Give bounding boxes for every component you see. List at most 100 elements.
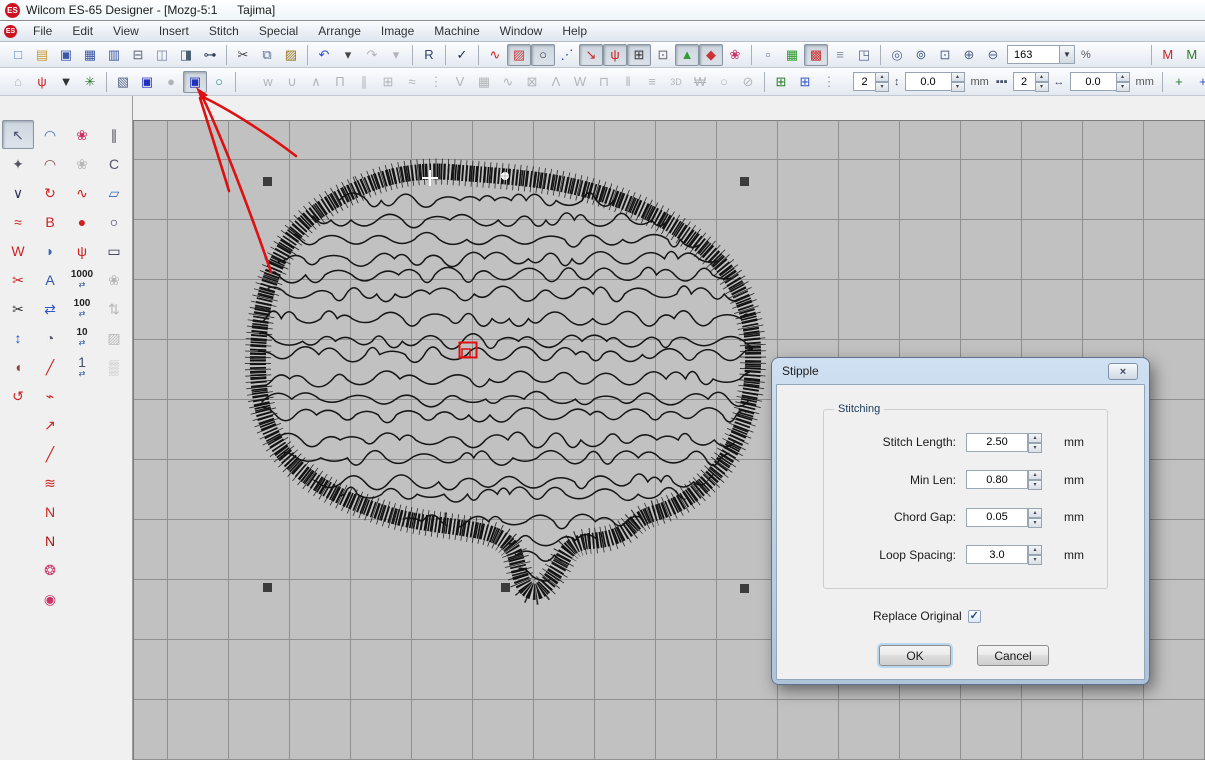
color-blend-2-button[interactable]: ⊞ (793, 71, 817, 93)
mirror-rotate-tool[interactable]: ↻ (34, 178, 66, 207)
menu-stitch[interactable]: Stitch (199, 22, 249, 40)
buttonhole-tool[interactable]: ❂ (34, 555, 66, 584)
dashed-run-tool[interactable]: ⌁ (34, 381, 66, 410)
stitch-ratio-tool[interactable]: W (2, 236, 34, 265)
satin-column-tool[interactable]: ● (66, 207, 98, 236)
object-properties-button[interactable]: ◳ (852, 44, 876, 66)
connect-machine-button[interactable]: ⊶ (198, 44, 222, 66)
no-boundary-tool[interactable]: B (34, 207, 66, 236)
slow-redraw-button[interactable]: ▩ (804, 44, 828, 66)
ellipse-tool-tool[interactable]: ○ (98, 207, 130, 236)
zoom-level-dropdown[interactable]: ▼ (1059, 45, 1075, 64)
menu-window[interactable]: Window (490, 22, 553, 40)
show-grid-button[interactable]: ⊞ (627, 44, 651, 66)
copy-button[interactable]: ⧉ (255, 44, 279, 66)
spinner-arrows[interactable]: ▴▾ (951, 72, 965, 91)
cut-needle-tool[interactable]: ✂ (2, 294, 34, 323)
underlay-length-input[interactable] (905, 72, 951, 91)
needle-spacing-tool[interactable]: ψ (66, 236, 98, 265)
replace-original-checkbox[interactable]: ✓ (968, 610, 981, 623)
dialog-titlebar[interactable]: Stipple (776, 358, 1145, 384)
height-needle-tool[interactable]: ↕ (2, 323, 34, 352)
bitmap-view-button[interactable]: ▫ (756, 44, 780, 66)
print-preview-button[interactable]: ◫ (150, 44, 174, 66)
stitch-list-button[interactable]: ≡ (828, 44, 852, 66)
show-picture-button[interactable]: ◆ (699, 44, 723, 66)
mirror-pair-tool[interactable]: ⇄ (34, 294, 66, 323)
undo-button[interactable]: ↶ (312, 44, 336, 66)
save-to-machine-button[interactable]: ▦ (78, 44, 102, 66)
zoom-box-button[interactable]: ⊡ (933, 44, 957, 66)
rotate-ellipse-tool[interactable]: ↺ (2, 381, 34, 410)
spinner-arrows[interactable]: ▴▾ (875, 72, 889, 91)
triple-run-tool[interactable]: ↗ (34, 410, 66, 439)
spinner-arrows[interactable]: ▴▾ (1028, 470, 1042, 489)
field-input[interactable] (966, 433, 1028, 452)
reshape-object-tool[interactable]: ◠ (34, 120, 66, 149)
dialog-close-button[interactable]: × (1108, 363, 1138, 380)
zoom-out-button[interactable]: ⊖ (981, 44, 1005, 66)
remove-stitches-tool[interactable]: ✂ (2, 265, 34, 294)
menu-view[interactable]: View (103, 22, 149, 40)
zoom-fit-button[interactable]: ⊚ (909, 44, 933, 66)
spinner-arrows[interactable]: ▴▾ (1028, 508, 1042, 527)
menu-image[interactable]: Image (371, 22, 424, 40)
insert-motif-tool[interactable]: ❀ (66, 120, 98, 149)
color-blend-1-button[interactable]: ⊞ (769, 71, 793, 93)
drag-handle-button[interactable]: ⋮ (817, 71, 841, 93)
stitch-player-button[interactable]: ▦ (780, 44, 804, 66)
closed-shape-tool[interactable]: N (34, 526, 66, 555)
trace-outline-button[interactable]: ○ (207, 71, 231, 93)
factor-1-tool[interactable]: 1⇄ (66, 352, 98, 381)
select-object-tool[interactable]: ↖ (2, 120, 34, 149)
factor-10-tool[interactable]: 10⇄ (66, 323, 98, 352)
menu-help[interactable]: Help (552, 22, 597, 40)
run-spacing-input[interactable] (1070, 72, 1116, 91)
show-outlines-button[interactable]: ○ (531, 44, 555, 66)
zoom-actual-button[interactable]: ◎ (885, 44, 909, 66)
underlay-count-input[interactable] (853, 72, 875, 91)
save-design-button[interactable]: ▣ (54, 44, 78, 66)
show-stitches-button[interactable]: ∿ (483, 44, 507, 66)
print-button[interactable]: ⊟ (126, 44, 150, 66)
factor-100-tool[interactable]: 100⇄ (66, 294, 98, 323)
menu-file[interactable]: File (23, 22, 62, 40)
nudge-tool-b-button[interactable]: + (1191, 71, 1205, 93)
output-machine-a-button[interactable]: M (1156, 44, 1180, 66)
spinner-arrows[interactable]: ▴▾ (1035, 72, 1049, 91)
zoom-level-input[interactable] (1007, 45, 1059, 64)
menu-special[interactable]: Special (249, 22, 308, 40)
stipple-run-button[interactable]: ▣ (183, 71, 207, 93)
open-shape-tool[interactable]: N (34, 497, 66, 526)
undo-dropdown-button[interactable]: ▾ (336, 44, 360, 66)
show-pointer-button[interactable]: ↘ (579, 44, 603, 66)
show-penetrations-button[interactable]: ψ (603, 44, 627, 66)
polygon-select-tool[interactable]: ✦ (2, 149, 34, 178)
add-point-tool[interactable]: ∨ (2, 178, 34, 207)
menu-insert[interactable]: Insert (149, 22, 199, 40)
cancel-button[interactable]: Cancel (977, 645, 1049, 666)
zoom-in-button[interactable]: ⊕ (957, 44, 981, 66)
field-input[interactable] (966, 508, 1028, 527)
thread-tip-button[interactable]: ▼ (54, 71, 78, 93)
run-line-tool[interactable]: ╱ (34, 439, 66, 468)
auto-start-end-button[interactable]: ✓ (450, 44, 474, 66)
blob-tool-tool[interactable]: ◗ (34, 236, 66, 265)
lettering-tool[interactable]: A (34, 265, 66, 294)
show-hoop-button[interactable]: ⊡ (651, 44, 675, 66)
fan-stitch-tool[interactable]: ◖ (2, 352, 34, 381)
stipple-run-outline-button[interactable]: ▣ (135, 71, 159, 93)
show-textures-button[interactable]: ❀ (723, 44, 747, 66)
field-input[interactable] (966, 545, 1028, 564)
output-machine-b-button[interactable]: M (1180, 44, 1204, 66)
new-design-button[interactable]: □ (6, 44, 30, 66)
spinner-arrows[interactable]: ▴▾ (1028, 433, 1042, 452)
open-design-button[interactable]: ▤ (30, 44, 54, 66)
travel-tool-button[interactable]: R (417, 44, 441, 66)
eyelet-tool[interactable]: ◉ (34, 584, 66, 613)
rectangle-tool-tool[interactable]: ▭ (98, 236, 130, 265)
menu-arrange[interactable]: Arrange (308, 22, 371, 40)
arc-tool-tool[interactable]: C (98, 149, 130, 178)
export-machine-file-button[interactable]: ▥ (102, 44, 126, 66)
penetration-tool-button[interactable]: ψ (30, 71, 54, 93)
